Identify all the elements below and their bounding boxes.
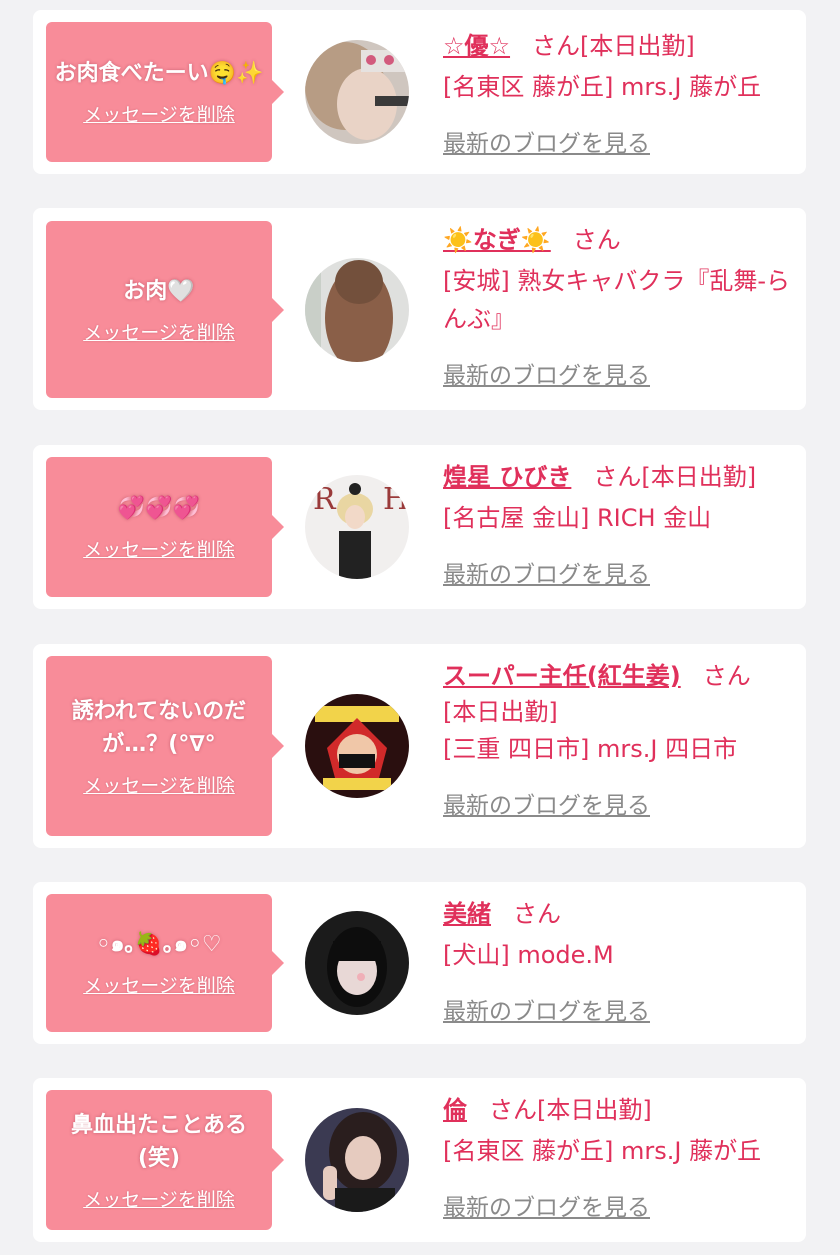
honorific: さん bbox=[489, 1096, 537, 1124]
cast-info: ☆優☆ さん[本日出勤] [名東区 藤が丘] mrs.J 藤が丘 最新のブログを見… bbox=[443, 28, 796, 158]
avatar-photo bbox=[305, 258, 409, 362]
avatar[interactable] bbox=[305, 911, 409, 1015]
delete-message-link[interactable]: メッセージを削除 bbox=[83, 771, 235, 798]
avatar[interactable]: R H bbox=[305, 475, 409, 579]
avatar-photo bbox=[305, 1108, 409, 1212]
message-card: 誘われてないのだが…？(°∇° メッセージを削除 スーパー主任(紅生姜) さん [本… bbox=[33, 644, 806, 848]
message-bubble: 鼻血出たことある(笑) メッセージを削除 bbox=[46, 1090, 284, 1230]
message-text: 💞💞💞 bbox=[117, 496, 201, 521]
status-text: [本日出勤] bbox=[443, 698, 558, 726]
blog-link[interactable]: 最新のブログを見る bbox=[443, 124, 650, 158]
message-card: 💞💞💞 メッセージを削除 R H 煌星 ひびき さん[本日出勤] [名古屋 金山]… bbox=[33, 445, 806, 609]
status-text: [本日出勤] bbox=[641, 463, 757, 491]
message-bubble: 💞💞💞 メッセージを削除 bbox=[46, 457, 284, 597]
cast-info: スーパー主任(紅生姜) さん [本日出勤] [三重 四日市] mrs.J 四日市 最… bbox=[443, 658, 796, 820]
honorific: さん bbox=[593, 463, 642, 491]
status-text: [本日出勤] bbox=[580, 32, 695, 60]
blog-link[interactable]: 最新のブログを見る bbox=[443, 555, 650, 589]
blog-link[interactable]: 最新のブログを見る bbox=[443, 786, 650, 820]
message-text: ◦๑｡🍓｡๑◦♡ bbox=[96, 932, 222, 957]
honorific: さん bbox=[702, 662, 751, 690]
honorific: さん bbox=[532, 32, 581, 60]
blog-link[interactable]: 最新のブログを見る bbox=[443, 1188, 650, 1222]
shop-text: [安城] 熟女キャバクラ『乱舞-らんぶ』 bbox=[443, 267, 791, 333]
shop-text: [名古屋 金山] RICH 金山 bbox=[443, 504, 712, 532]
honorific: さん bbox=[572, 226, 621, 254]
honorific: さん bbox=[513, 900, 561, 928]
cast-info: 煌星 ひびき さん[本日出勤] [名古屋 金山] RICH 金山 最新のブログを見… bbox=[443, 459, 796, 589]
avatar-photo: R H bbox=[305, 475, 409, 579]
avatar[interactable] bbox=[305, 1108, 409, 1212]
status-text: [本日出勤] bbox=[537, 1096, 652, 1124]
shop-text: [犬山] mode.M bbox=[443, 941, 614, 969]
message-card: ◦๑｡🍓｡๑◦♡ メッセージを削除 美緒 さん [犬山] mode.M 最新のブロ… bbox=[33, 882, 806, 1044]
delete-message-link[interactable]: メッセージを削除 bbox=[83, 1185, 235, 1212]
message-card: お肉食べたーい🤤✨ メッセージを削除 ☆優☆ さん[本日出勤] [名東区 藤が丘]… bbox=[33, 10, 806, 174]
avatar-photo bbox=[305, 911, 409, 1015]
cast-name-link[interactable]: ☆優☆ bbox=[443, 32, 510, 60]
message-card: お肉🤍 メッセージを削除 ☀️なぎ☀️ さん [安城] 熟女キャバクラ『乱舞-らん… bbox=[33, 208, 806, 410]
avatar-photo bbox=[305, 40, 409, 144]
avatar[interactable] bbox=[305, 40, 409, 144]
delete-message-link[interactable]: メッセージを削除 bbox=[83, 535, 235, 562]
cast-name-link[interactable]: スーパー主任(紅生姜) bbox=[443, 662, 681, 690]
cast-info: 倫さん[本日出勤] [名東区 藤が丘] mrs.J 藤が丘 最新のブログを見る bbox=[443, 1092, 796, 1222]
cast-name-link[interactable]: ☀️なぎ☀️ bbox=[443, 226, 551, 254]
message-bubble: お肉🤍 メッセージを削除 bbox=[46, 221, 284, 398]
shop-text: [三重 四日市] mrs.J 四日市 bbox=[443, 735, 738, 763]
avatar[interactable] bbox=[305, 694, 409, 798]
avatar-photo bbox=[305, 694, 409, 798]
avatar[interactable] bbox=[305, 258, 409, 362]
message-text: お肉🤍 bbox=[123, 278, 195, 304]
cast-name-link[interactable]: 美緒 bbox=[443, 900, 491, 928]
message-text: お肉食べたーい🤤✨ bbox=[54, 61, 264, 86]
delete-message-link[interactable]: メッセージを削除 bbox=[83, 100, 235, 127]
delete-message-link[interactable]: メッセージを削除 bbox=[83, 971, 235, 998]
cast-info: ☀️なぎ☀️ さん [安城] 熟女キャバクラ『乱舞-らんぶ』 最新のブログを見る bbox=[443, 222, 796, 390]
shop-text: [名東区 藤が丘] mrs.J 藤が丘 bbox=[443, 1137, 762, 1165]
message-text: 鼻血出たことある(笑) bbox=[70, 1112, 247, 1171]
shop-text: [名東区 藤が丘] mrs.J 藤が丘 bbox=[443, 73, 762, 101]
message-bubble: お肉食べたーい🤤✨ メッセージを削除 bbox=[46, 22, 284, 162]
message-bubble: ◦๑｡🍓｡๑◦♡ メッセージを削除 bbox=[46, 894, 284, 1032]
message-bubble: 誘われてないのだが…？(°∇° メッセージを削除 bbox=[46, 656, 284, 836]
message-card: 鼻血出たことある(笑) メッセージを削除 倫さん[本日出勤] [名東区 藤が丘]… bbox=[33, 1078, 806, 1242]
cast-info: 美緒 さん [犬山] mode.M 最新のブログを見る bbox=[443, 896, 796, 1026]
svg-text:H: H bbox=[383, 482, 409, 517]
delete-message-link[interactable]: メッセージを削除 bbox=[83, 318, 235, 345]
blog-link[interactable]: 最新のブログを見る bbox=[443, 992, 650, 1026]
cast-name-link[interactable]: 倫 bbox=[443, 1096, 467, 1124]
blog-link[interactable]: 最新のブログを見る bbox=[443, 356, 650, 390]
svg-text:R: R bbox=[313, 482, 337, 517]
message-text: 誘われてないのだが…？(°∇° bbox=[71, 698, 247, 757]
cast-name-link[interactable]: 煌星 ひびき bbox=[443, 463, 571, 491]
